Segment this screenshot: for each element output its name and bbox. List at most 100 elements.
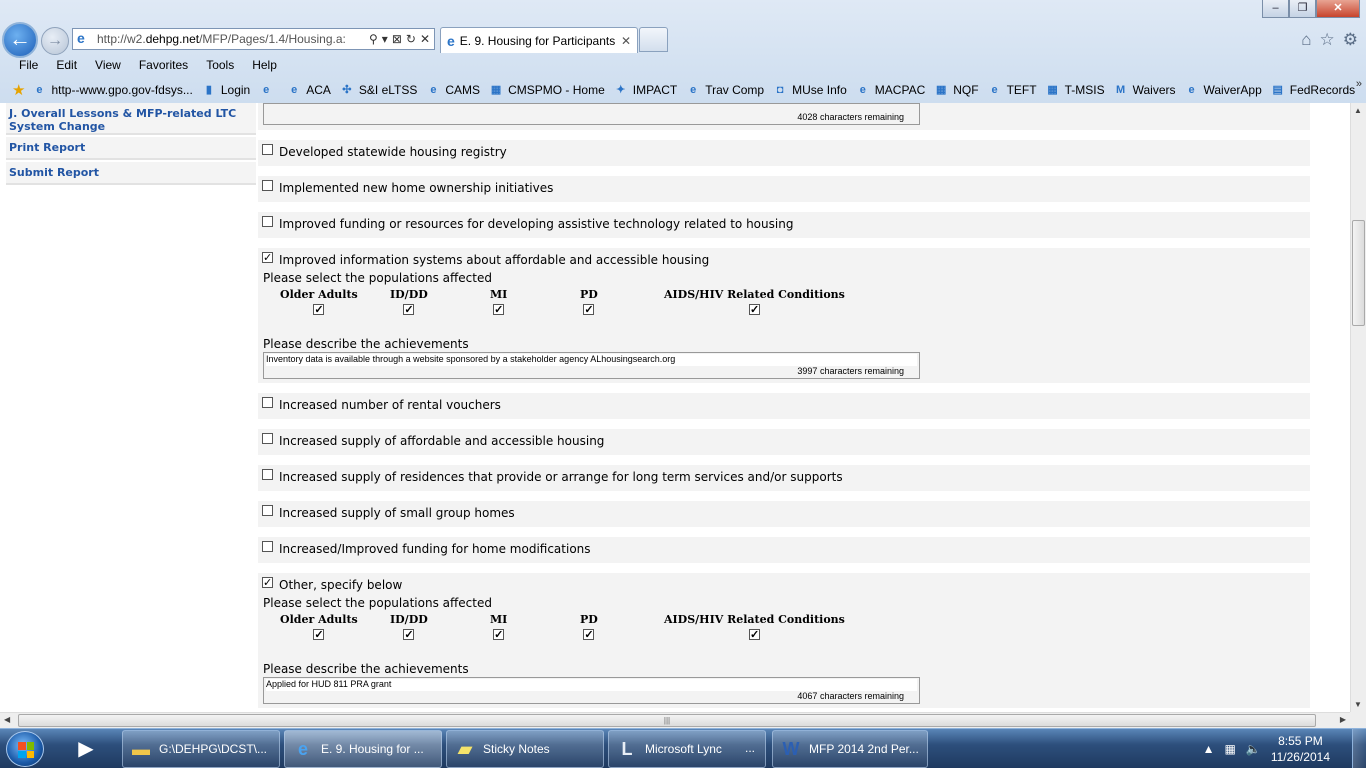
taskbar-button[interactable]: W MFP 2014 2nd Per...	[772, 730, 928, 768]
achievement-textbox[interactable]: Inventory data is available through a we…	[263, 352, 920, 379]
favorite-link[interactable]: ▮ Login	[201, 83, 250, 97]
address-bar[interactable]: e http://w2. dehpg.net/MFP/Pages/1.4/Hous…	[72, 28, 435, 50]
population-option[interactable]: ID/DD ✓	[390, 613, 428, 640]
clock[interactable]: 8:55 PM 11/26/2014	[1271, 733, 1330, 765]
speaker-icon[interactable]: 🔈	[1246, 742, 1261, 756]
search-icon[interactable]: ⚲	[369, 32, 378, 46]
menu-favorites[interactable]: Favorites	[130, 56, 197, 76]
housing-option-checkbox[interactable]	[262, 432, 273, 444]
gear-icon[interactable]: ⚙	[1343, 30, 1358, 50]
home-icon[interactable]: ⌂	[1301, 30, 1311, 50]
favorite-link[interactable]: e ACA	[286, 83, 331, 97]
favorite-link[interactable]: ▤ FedRecords	[1270, 83, 1356, 97]
tab-close-icon[interactable]: ✕	[621, 34, 631, 48]
taskbar-button[interactable]: ▰ Sticky Notes	[446, 730, 604, 768]
favorite-link[interactable]: e TEFT	[987, 83, 1037, 97]
chevron-more-icon[interactable]: »	[1356, 78, 1362, 90]
forward-button[interactable]: →	[41, 27, 69, 55]
favorite-link[interactable]: ▦ T-MSIS	[1045, 83, 1104, 97]
housing-option-checkbox[interactable]: ✓	[262, 251, 273, 263]
housing-option-checkbox[interactable]	[262, 179, 273, 191]
previous-achievement-textbox[interactable]: 4028 characters remaining	[263, 103, 920, 125]
menu-view[interactable]: View	[86, 56, 130, 76]
tab-housing[interactable]: e E. 9. Housing for Participants ✕	[440, 27, 638, 53]
population-option[interactable]: MI ✓	[490, 613, 507, 640]
population-option[interactable]: Older Adults ✓	[280, 613, 358, 640]
show-desktop-button[interactable]	[1352, 729, 1366, 768]
network-icon[interactable]: ▦	[1225, 742, 1236, 756]
housing-option-label[interactable]: ✓ Other, specify below	[262, 576, 402, 592]
population-checkbox[interactable]: ✓	[493, 304, 505, 315]
housing-option-checkbox[interactable]	[262, 215, 273, 227]
maximize-button[interactable]: ❐	[1289, 0, 1316, 18]
taskbar-button[interactable]: ▬ G:\DEHPG\DCST\...	[122, 730, 280, 768]
taskbar-button[interactable]: e E. 9. Housing for ...	[284, 730, 442, 768]
population-checkbox[interactable]: ✓	[403, 304, 415, 315]
housing-option-checkbox[interactable]	[262, 468, 273, 480]
population-checkbox[interactable]: ✓	[748, 629, 760, 640]
housing-option-label[interactable]: Developed statewide housing registry	[262, 143, 507, 159]
favorite-link[interactable]: e http--www.gpo.gov-fdsys...	[31, 83, 192, 97]
taskbar-button[interactable]: L Microsoft Lync	[608, 730, 766, 768]
housing-option-label[interactable]: Increased supply of small group homes	[262, 504, 515, 520]
menu-file[interactable]: File	[10, 56, 47, 76]
favorites-star-icon[interactable]: ★	[12, 81, 25, 99]
scroll-down-arrow-icon[interactable]: ▼	[1354, 700, 1362, 709]
population-option[interactable]: ID/DD ✓	[390, 288, 428, 315]
menu-edit[interactable]: Edit	[47, 56, 86, 76]
housing-option-checkbox[interactable]	[262, 143, 273, 155]
favorites-star-icon[interactable]: ☆	[1320, 30, 1335, 50]
lync-more-label[interactable]: ...	[745, 741, 755, 755]
stop-icon[interactable]: ✕	[420, 32, 430, 46]
horizontal-scroll-thumb[interactable]: |||	[18, 714, 1316, 727]
achievement-textbox[interactable]: Applied for HUD 811 PRA grant 4067 charac…	[263, 677, 920, 704]
favorite-link[interactable]: ▦ CMSPMO - Home	[488, 83, 605, 97]
refresh-icon[interactable]: ↻	[406, 32, 416, 46]
housing-option-checkbox[interactable]: ✓	[262, 576, 273, 588]
housing-option-label[interactable]: ✓ Improved information systems about affo…	[262, 251, 709, 267]
population-option[interactable]: PD ✓	[580, 288, 598, 315]
population-checkbox[interactable]: ✓	[583, 304, 595, 315]
menu-tools[interactable]: Tools	[197, 56, 243, 76]
population-checkbox[interactable]: ✓	[403, 629, 415, 640]
scroll-right-arrow-icon[interactable]: ▶	[1340, 715, 1346, 724]
housing-option-label[interactable]: Improved funding or resources for develo…	[262, 215, 793, 231]
vertical-scroll-thumb[interactable]	[1352, 220, 1365, 326]
population-checkbox[interactable]: ✓	[313, 629, 325, 640]
favorite-link[interactable]: ◘ MUse Info	[772, 83, 847, 97]
favorite-link[interactable]: e CAMS	[425, 83, 480, 97]
horizontal-scrollbar[interactable]: ◀ ||| ▶	[0, 712, 1350, 728]
menu-help[interactable]: Help	[243, 56, 286, 76]
start-button[interactable]	[6, 731, 44, 767]
population-option[interactable]: AIDS/HIV Related Conditions ✓	[664, 613, 845, 640]
sidebar-item-submit-report[interactable]: Submit Report	[6, 162, 256, 185]
minimize-button[interactable]: –	[1262, 0, 1289, 18]
population-option[interactable]: MI ✓	[490, 288, 507, 315]
show-hidden-icons-icon[interactable]: ▲	[1203, 742, 1215, 756]
favorite-link[interactable]: ✦ IMPACT	[613, 83, 677, 97]
favorite-link[interactable]: e	[258, 83, 278, 97]
scroll-left-arrow-icon[interactable]: ◀	[4, 715, 10, 724]
housing-option-label[interactable]: Implemented new home ownership initiativ…	[262, 179, 553, 195]
close-window-button[interactable]: ✕	[1316, 0, 1360, 18]
back-button[interactable]: ←	[2, 22, 38, 58]
population-option[interactable]: Older Adults ✓	[280, 288, 358, 315]
population-checkbox[interactable]: ✓	[748, 304, 760, 315]
vertical-scrollbar[interactable]: ▲ ▼	[1350, 103, 1366, 712]
housing-option-checkbox[interactable]	[262, 396, 273, 408]
compatibility-icon[interactable]: ⊠	[392, 32, 402, 46]
housing-option-checkbox[interactable]	[262, 540, 273, 552]
housing-option-label[interactable]: Increased number of rental vouchers	[262, 396, 501, 412]
population-checkbox[interactable]: ✓	[583, 629, 595, 640]
dropdown-icon[interactable]: ▾	[382, 32, 388, 46]
favorite-link[interactable]: M Waivers	[1113, 83, 1175, 97]
new-tab-button[interactable]	[639, 27, 668, 52]
favorite-link[interactable]: e WaiverApp	[1184, 83, 1261, 97]
sidebar-item-print-report[interactable]: Print Report	[6, 137, 256, 160]
favorite-link[interactable]: e MACPAC	[855, 83, 926, 97]
scroll-up-arrow-icon[interactable]: ▲	[1354, 106, 1362, 115]
housing-option-label[interactable]: Increased/Improved funding for home modi…	[262, 540, 591, 556]
media-player-icon[interactable]: ▶	[68, 733, 104, 765]
population-option[interactable]: PD ✓	[580, 613, 598, 640]
population-checkbox[interactable]: ✓	[493, 629, 505, 640]
